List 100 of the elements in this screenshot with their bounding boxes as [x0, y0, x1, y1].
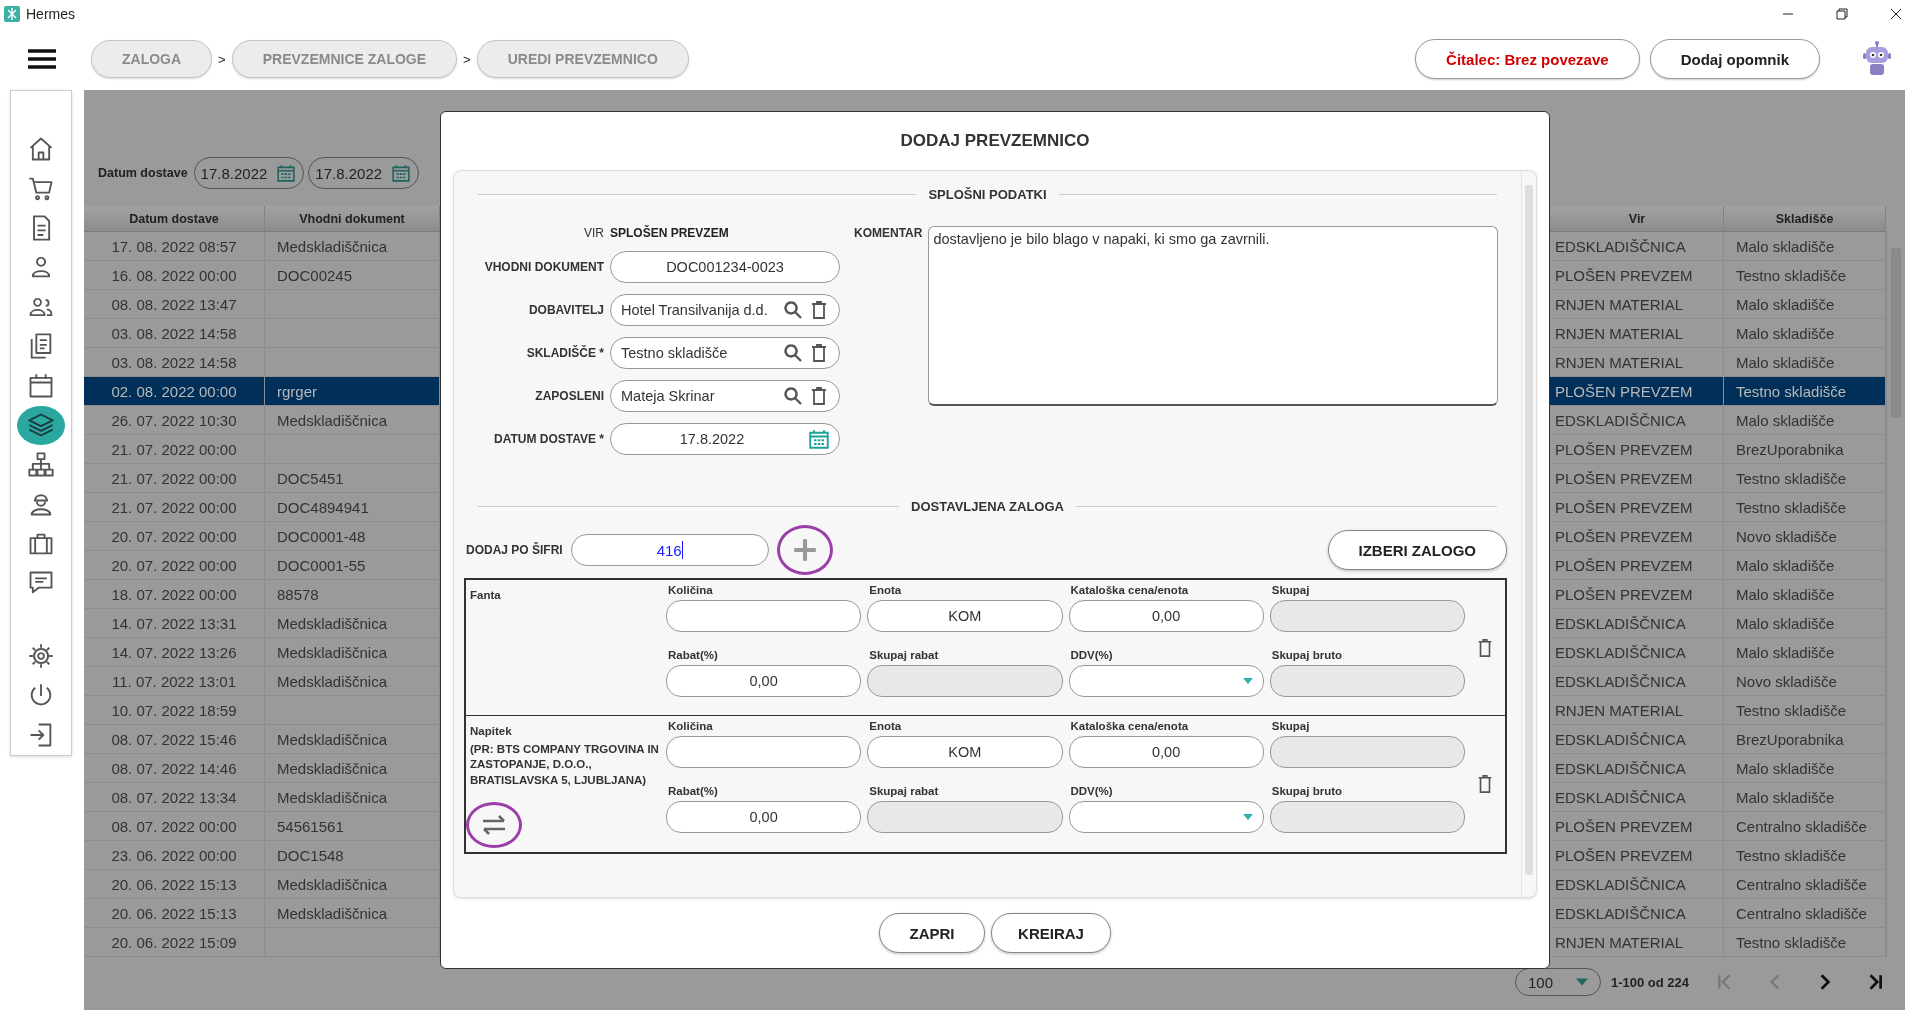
breadcrumb-separator: > [218, 51, 226, 67]
field-label: DDV(%) [1069, 785, 1114, 797]
table-cell: Malo skladišče [1724, 232, 1886, 260]
table-cell: 08. 08. 2022 13:47 [84, 290, 265, 318]
column-header[interactable]: Skladišče [1724, 206, 1886, 231]
table-cell: PLOŠEN PREVZEM [1551, 551, 1724, 579]
field-label: Rabat(%) [667, 648, 719, 661]
trash-icon[interactable] [1476, 637, 1494, 658]
table-cell: EDSKLADIŠČNICA [1551, 899, 1724, 927]
plus-icon [792, 538, 817, 562]
table-cell: 08. 07. 2022 00:00 [84, 812, 265, 840]
app-logo-icon [4, 6, 20, 22]
reader-status-button[interactable]: Čitalec: Brez povezave [1415, 39, 1640, 79]
table-cell: EDSKLADIŠČNICA [1551, 725, 1724, 753]
table-cell: 20. 06. 2022 15:09 [84, 928, 265, 956]
column-header[interactable]: Datum dostave [84, 206, 265, 231]
table-cell: Malo skladišče [1724, 609, 1886, 637]
input-field[interactable] [666, 736, 862, 768]
table-cell: 14. 07. 2022 13:31 [84, 609, 265, 637]
robot-avatar-icon[interactable] [1862, 41, 1892, 77]
trash-icon[interactable] [809, 386, 829, 406]
table-cell: Malo skladišče [1724, 406, 1886, 434]
lookup-field[interactable]: Mateja Skrinar [610, 380, 840, 412]
field-label: Skupaj [1270, 720, 1311, 732]
calendar-icon[interactable] [809, 429, 829, 449]
input-field[interactable]: KOM [867, 736, 1063, 768]
field-label: VHODNI DOKUMENT [483, 260, 604, 274]
table-cell: 10. 07. 2022 18:59 [84, 696, 265, 724]
sitemap-icon [27, 450, 55, 479]
table-cell: 21. 07. 2022 00:00 [84, 493, 265, 521]
column-header[interactable]: Vir [1551, 206, 1724, 231]
comment-field[interactable]: dostavljeno je bilo blago v napaki, ki smo ga zavrnili. [928, 226, 1499, 406]
field-label: Skupaj bruto [1270, 648, 1344, 661]
choose-stock-button[interactable]: IZBERI ZALOGO [1327, 530, 1507, 570]
table-cell: Novo skladišče [1724, 667, 1886, 695]
table-cell: EDSKLADIŠČNICA [1551, 406, 1724, 434]
item-name: Fanta [470, 588, 502, 603]
table-cell: RNJEN MATERIAL [1551, 290, 1724, 318]
section-title: SPLOŠNI PODATKI [928, 187, 1047, 202]
field-label: Enota [868, 720, 903, 732]
search-icon[interactable] [783, 300, 803, 320]
field-label: Količina [667, 720, 714, 732]
trash-icon[interactable] [809, 343, 829, 363]
input-field[interactable] [666, 600, 862, 632]
close-button[interactable]: ZAPRI [879, 913, 985, 953]
table-cell: 03. 08. 2022 14:58 [84, 348, 265, 376]
field-label: Kataloška cena/enota [1069, 584, 1190, 596]
dropdown-arrow-icon [1242, 814, 1253, 820]
menu-icon[interactable] [27, 48, 57, 70]
trash-icon[interactable] [809, 300, 829, 320]
table-cell: EDSKLADIŠČNICA [1551, 754, 1724, 782]
create-button[interactable]: KREIRAJ [991, 913, 1111, 953]
reminder-button[interactable]: Dodaj opomnik [1649, 39, 1820, 79]
table-cell: 08. 07. 2022 15:46 [84, 725, 265, 753]
table-cell: Testno skladišče [1724, 696, 1886, 724]
settings-icon [27, 642, 55, 671]
source-value: SPLOŠEN PREVZEM [610, 226, 730, 240]
table-cell: RNJEN MATERIAL [1551, 696, 1724, 724]
table-cell: 03. 08. 2022 14:58 [84, 319, 265, 347]
input-field[interactable]: 0,00 [1068, 600, 1264, 632]
select-field[interactable] [1068, 664, 1264, 697]
table-cell: Centralno skladišče [1724, 899, 1886, 927]
table-cell: 17. 08. 2022 08:57 [84, 232, 265, 260]
input-field[interactable]: KOM [867, 600, 1063, 632]
restore-icon[interactable] [1836, 8, 1848, 20]
search-icon[interactable] [783, 343, 803, 363]
table-cell: Testno skladišče [1724, 493, 1886, 521]
table-cell: Testno skladišče [1724, 377, 1886, 405]
search-icon[interactable] [783, 386, 803, 406]
input-field[interactable]: 0,00 [666, 801, 862, 833]
field-label: KOMENTAR [854, 226, 923, 240]
add-button[interactable] [776, 525, 833, 575]
input-field[interactable]: 0,00 [666, 664, 862, 697]
swap-button[interactable] [466, 802, 522, 848]
trash-icon[interactable] [1476, 774, 1494, 794]
table-cell: 20. 07. 2022 00:00 [84, 522, 265, 550]
input-field[interactable]: DOC001234-0023 [610, 251, 840, 283]
section-title: DOSTAVLJENA ZALOGA [911, 499, 1064, 514]
field-label: DOBAVITELJ [527, 303, 604, 317]
table-cell: Centralno skladišče [1724, 870, 1886, 898]
table-cell: Testno skladišče [1724, 261, 1886, 289]
select-field[interactable] [1068, 801, 1264, 833]
table-cell: Malo skladišče [1724, 319, 1886, 347]
table-cell: 23. 06. 2022 00:00 [84, 841, 265, 869]
input-field[interactable]: 0,00 [1068, 736, 1264, 768]
dropdown-arrow-icon [1242, 677, 1253, 684]
field-label: Skupaj rabat [868, 785, 940, 797]
table-cell: 20. 06. 2022 15:13 [84, 899, 265, 927]
table-cell: 11. 07. 2022 13:01 [84, 667, 265, 695]
lookup-field[interactable]: Testno skladišče [610, 337, 840, 369]
close-icon[interactable] [1890, 8, 1902, 20]
table-cell: 20. 06. 2022 15:13 [84, 870, 265, 898]
date-field[interactable]: 17.8.2022 [610, 423, 840, 455]
code-input-field[interactable]: 416 [570, 534, 769, 566]
sidebar-button[interactable] [17, 405, 65, 445]
table-cell: PLOŠEN PREVZEM [1551, 493, 1724, 521]
lookup-field[interactable]: Hotel Transilvanija d.d. [610, 294, 840, 326]
field-label: Rabat(%) [667, 785, 719, 797]
page-range: 1-100 od 224 [1610, 974, 1689, 990]
table-cell: 21. 07. 2022 00:00 [84, 435, 265, 463]
